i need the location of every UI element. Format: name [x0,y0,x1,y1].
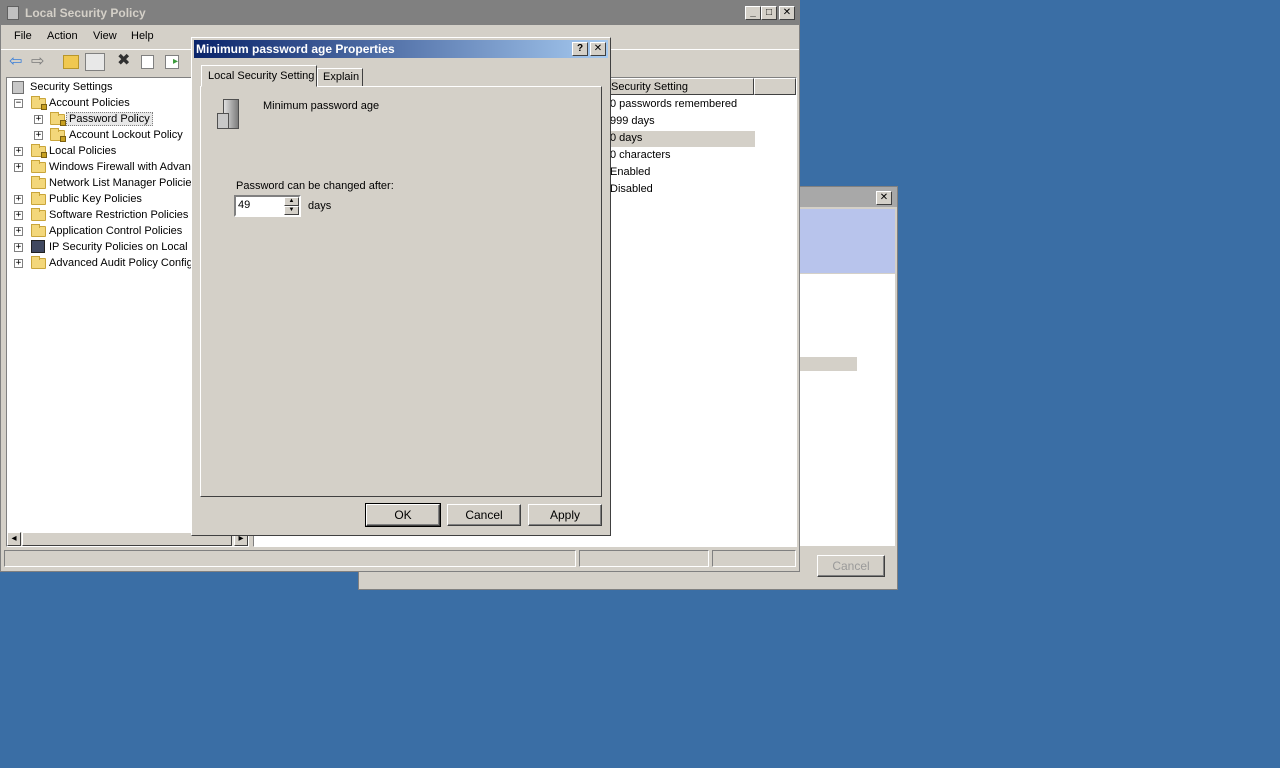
up-folder-icon[interactable] [63,55,79,69]
dialog-close-button[interactable]: ✕ [590,42,606,56]
tree-item-network-list-manager[interactable]: Network List Manager Policies [49,177,197,189]
list-row-value[interactable]: 999 days [610,115,655,127]
folder-icon [31,208,46,221]
folder-icon [31,176,46,189]
tree-item-public-key-policies[interactable]: Public Key Policies [49,193,142,205]
folder-icon [31,160,46,173]
column-header-security-setting[interactable]: Security Setting [608,78,754,95]
dialog-titlebar[interactable]: Minimum password age Properties ? ✕ [194,40,608,58]
menu-file[interactable]: File [14,30,32,42]
status-panel [712,550,796,567]
cancel-button[interactable]: Cancel [447,504,521,526]
list-row-value[interactable]: 0 days [610,132,642,144]
unit-label: days [308,200,332,212]
tree-expander-public-key[interactable]: + [14,195,23,204]
tree-expander-advanced-audit[interactable]: + [14,259,23,268]
tree-expander-account-policies[interactable]: − [14,99,23,108]
folder-lock-icon [31,96,47,110]
tree-expander-firewall[interactable]: + [14,163,23,172]
tree-expander-local-policies[interactable]: + [14,147,23,156]
tree-item-software-restriction[interactable]: Software Restriction Policies [49,209,188,221]
list-row-value[interactable]: Enabled [610,166,650,178]
background-dialog-close-button[interactable]: ✕ [876,191,892,205]
tree-expander-software-restriction[interactable]: + [14,211,23,220]
background-dialog-highlight-row [799,357,857,371]
tab-local-security-setting[interactable]: Local Security Setting [201,65,317,87]
background-dialog-header-band [799,209,895,273]
list-row-value[interactable]: 0 characters [610,149,671,161]
folder-icon [31,192,46,205]
tree-expander-account-lockout[interactable]: + [34,131,43,140]
properties-dialog: Minimum password age Properties ? ✕ Loca… [191,37,611,536]
folder-icon [31,256,46,269]
main-window-title: Local Security Policy [25,6,146,20]
tree-expander-password-policy[interactable]: + [34,115,43,124]
folder-lock-icon [50,128,66,142]
folder-icon [31,224,46,237]
computer-shield-icon [31,240,45,253]
delete-icon[interactable]: ✖ [117,52,130,70]
properties-icon[interactable] [141,55,154,69]
tree-item-local-policies[interactable]: Local Policies [49,145,116,157]
dialog-title: Minimum password age Properties [196,42,395,56]
tree-item-advanced-audit[interactable]: Advanced Audit Policy Configu [49,257,199,269]
minimize-button[interactable]: _ [745,6,761,20]
list-row-value[interactable]: 0 passwords remembered [610,98,737,110]
tab-explain[interactable]: Explain [317,68,363,87]
show-hide-tree-icon[interactable] [85,53,105,71]
field-label: Password can be changed after: [236,180,394,192]
folder-lock-icon [50,112,66,126]
help-button[interactable]: ? [572,42,588,56]
tree-item-ip-security[interactable]: IP Security Policies on Local C [49,241,199,253]
tree-expander-application-control[interactable]: + [14,227,23,236]
days-spinbox[interactable]: 49 ▲ ▼ [234,195,301,217]
app-icon [7,6,19,20]
policy-name: Minimum password age [263,100,380,112]
spin-down-button[interactable]: ▼ [284,206,299,215]
menu-help[interactable]: Help [131,30,154,42]
tree-item-password-policy[interactable]: Password Policy [66,112,153,126]
tree-expander-ip-security[interactable]: + [14,243,23,252]
spin-up-button[interactable]: ▲ [284,197,299,206]
column-header-spacer [754,78,796,95]
maximize-button[interactable]: □ [761,6,777,20]
tree-item-windows-firewall[interactable]: Windows Firewall with Advanc [49,161,196,173]
tree-item-account-policies[interactable]: Account Policies [49,97,130,109]
status-bar [4,550,798,568]
background-dialog-body [799,274,895,546]
menu-action[interactable]: Action [47,30,78,42]
export-list-icon[interactable]: ▸ [165,55,179,69]
security-settings-icon [12,81,24,94]
days-input[interactable]: 49 [238,199,250,211]
status-panel [579,550,709,567]
scroll-left-button[interactable]: ◂ [7,532,21,546]
close-button[interactable]: ✕ [779,6,795,20]
menu-view[interactable]: View [93,30,117,42]
tab-page: Minimum password age Password can be cha… [200,86,602,497]
forward-icon[interactable]: ⇨ [31,54,49,70]
tree-item-application-control[interactable]: Application Control Policies [49,225,182,237]
policy-server-icon [215,99,245,131]
main-window-titlebar[interactable]: Local Security Policy _ □ ✕ [1,1,799,25]
tree-item-account-lockout-policy[interactable]: Account Lockout Policy [69,129,183,141]
apply-button[interactable]: Apply [528,504,602,526]
status-panel [4,550,576,567]
ok-button[interactable]: OK [365,503,441,527]
back-icon[interactable]: ⇦ [9,54,27,70]
tree-root[interactable]: Security Settings [30,81,113,93]
list-row-value[interactable]: Disabled [610,183,653,195]
background-dialog-cancel-button[interactable]: Cancel [817,555,885,577]
folder-lock-icon [31,144,47,158]
